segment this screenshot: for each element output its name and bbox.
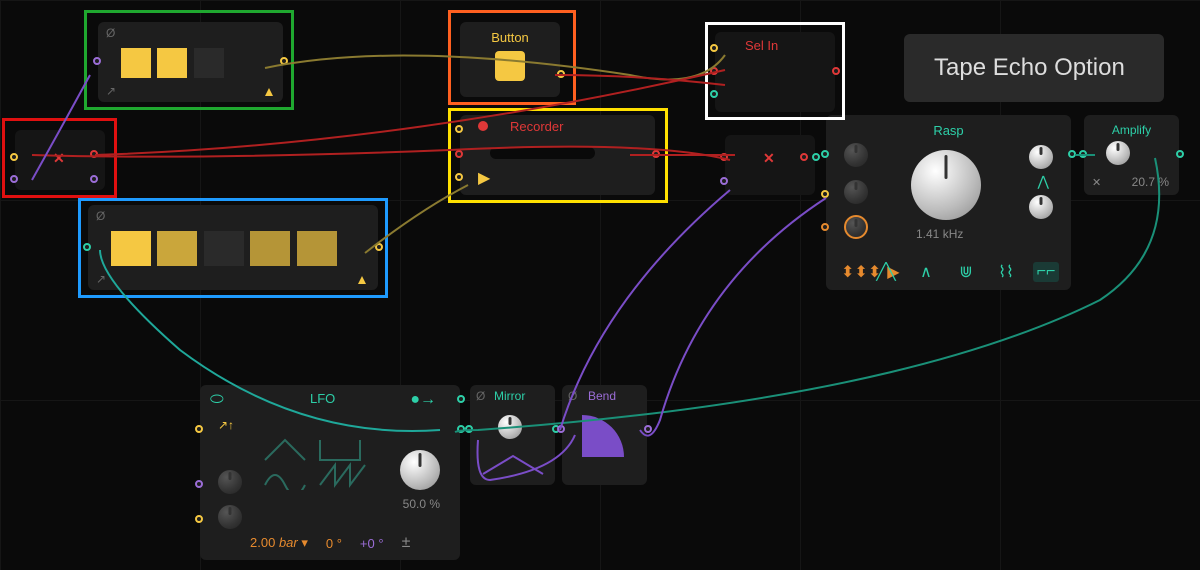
amplify-label: Amplify: [1092, 123, 1171, 137]
seq-step[interactable]: [121, 48, 151, 78]
phase-icon: Ø: [106, 26, 115, 40]
rasp-freq-value: 1.41 kHz: [916, 227, 963, 241]
recorder-track[interactable]: [490, 147, 595, 159]
sequencer-1[interactable]: Ø ↗: [98, 22, 283, 102]
notch-icon[interactable]: ⋓: [953, 262, 979, 282]
lfo-knob-sm[interactable]: [218, 470, 242, 494]
seq-step[interactable]: [157, 231, 197, 266]
lfo-amount-knob[interactable]: [400, 450, 440, 490]
lfo-waveforms[interactable]: [260, 435, 380, 490]
lfo-node[interactable]: ⬭ LFO ●→ ↗↑ 50.0 % 2.00 bar ▾ 0 ° +0 ° ±: [200, 385, 460, 560]
lfo-label: LFO: [310, 391, 335, 406]
close-icon: ✕: [763, 150, 775, 167]
mirror-knob[interactable]: [498, 415, 522, 439]
rasp-main-knob[interactable]: [911, 150, 981, 220]
bend-label: Bend: [588, 389, 616, 403]
phase-icon: Ø: [476, 389, 485, 403]
bend-node[interactable]: Ø Bend: [562, 385, 647, 485]
title-text: Tape Echo Option: [934, 54, 1125, 81]
title-panel: Tape Echo Option: [904, 34, 1164, 102]
bend-shape-icon: [582, 415, 624, 457]
close-icon[interactable]: ✕: [1092, 176, 1101, 189]
seq-step[interactable]: [204, 231, 244, 266]
amplify-value: 20.7 %: [1132, 175, 1169, 189]
seq-step[interactable]: [297, 231, 337, 266]
phase-icon: Ø: [568, 389, 577, 403]
sync-icon[interactable]: ↗↑: [218, 418, 234, 432]
seq-step[interactable]: [157, 48, 187, 78]
arrow-up-icon: [265, 88, 273, 96]
link-icon[interactable]: ⬭: [210, 391, 224, 409]
seq-step[interactable]: [111, 231, 151, 266]
lfo-phase-a[interactable]: 0 °: [326, 536, 342, 551]
play-icon[interactable]: ▶: [478, 168, 490, 188]
comb-icon[interactable]: ⌇⌇: [993, 262, 1019, 282]
mirror-shape-icon: [478, 454, 548, 479]
button-node[interactable]: Button: [460, 22, 560, 97]
sequencer-2[interactable]: Ø ↗: [88, 205, 378, 290]
lfo-amount-value: 50.0 %: [403, 497, 440, 511]
selector-node-left[interactable]: ✕: [15, 130, 105, 190]
lfo-knob-sm2[interactable]: [218, 505, 242, 529]
phase-icon: Ø: [96, 209, 105, 223]
amplify-knob[interactable]: [1106, 141, 1130, 165]
bandpass-icon[interactable]: ∧: [913, 262, 939, 282]
popout-icon[interactable]: ↗: [96, 272, 106, 286]
seq-step[interactable]: [194, 48, 224, 78]
recorder-node[interactable]: Recorder ▶: [460, 115, 655, 195]
lowpass-icon[interactable]: ╱╲: [873, 262, 899, 282]
record-icon[interactable]: [478, 121, 488, 131]
seq-step[interactable]: [250, 231, 290, 266]
mirror-node[interactable]: Ø Mirror: [470, 385, 555, 485]
rasp-knob-r1[interactable]: [1029, 145, 1053, 169]
highpass-icon[interactable]: ⌐⌐: [1033, 262, 1059, 282]
rasp-knob-2[interactable]: [844, 180, 868, 204]
recorder-label: Recorder: [510, 119, 563, 134]
sel-in-label: Sel In: [745, 38, 778, 53]
sel-in-node[interactable]: Sel In: [715, 32, 835, 112]
close-icon: ✕: [53, 150, 65, 167]
lfo-rate-value: 2.00 bar ▾: [250, 535, 308, 551]
arrow-up-icon: [358, 276, 366, 284]
slope-icon: ⋀: [1038, 173, 1049, 190]
rasp-label: Rasp: [834, 123, 1063, 138]
plus-minus-icon[interactable]: ±: [402, 534, 411, 552]
rasp-knob-1[interactable]: [844, 143, 868, 167]
button-toggle[interactable]: [495, 51, 525, 81]
lfo-phase-b[interactable]: +0 °: [360, 536, 384, 551]
rasp-knob-r2[interactable]: [1029, 195, 1053, 219]
button-label: Button: [468, 30, 552, 45]
selector-node-right[interactable]: ✕: [725, 135, 815, 195]
amplify-node[interactable]: Amplify ✕ 20.7 %: [1084, 115, 1179, 195]
rasp-knob-3[interactable]: [844, 215, 868, 239]
mirror-label: Mirror: [494, 389, 525, 403]
popout-icon[interactable]: ↗: [106, 84, 116, 98]
output-icon[interactable]: ●→: [410, 391, 436, 409]
rasp-node[interactable]: Rasp 1.41 kHz ⋀ ⬍⬍⬍ ▶ ╱╲ ∧ ⋓ ⌇⌇ ⌐⌐: [826, 115, 1071, 290]
